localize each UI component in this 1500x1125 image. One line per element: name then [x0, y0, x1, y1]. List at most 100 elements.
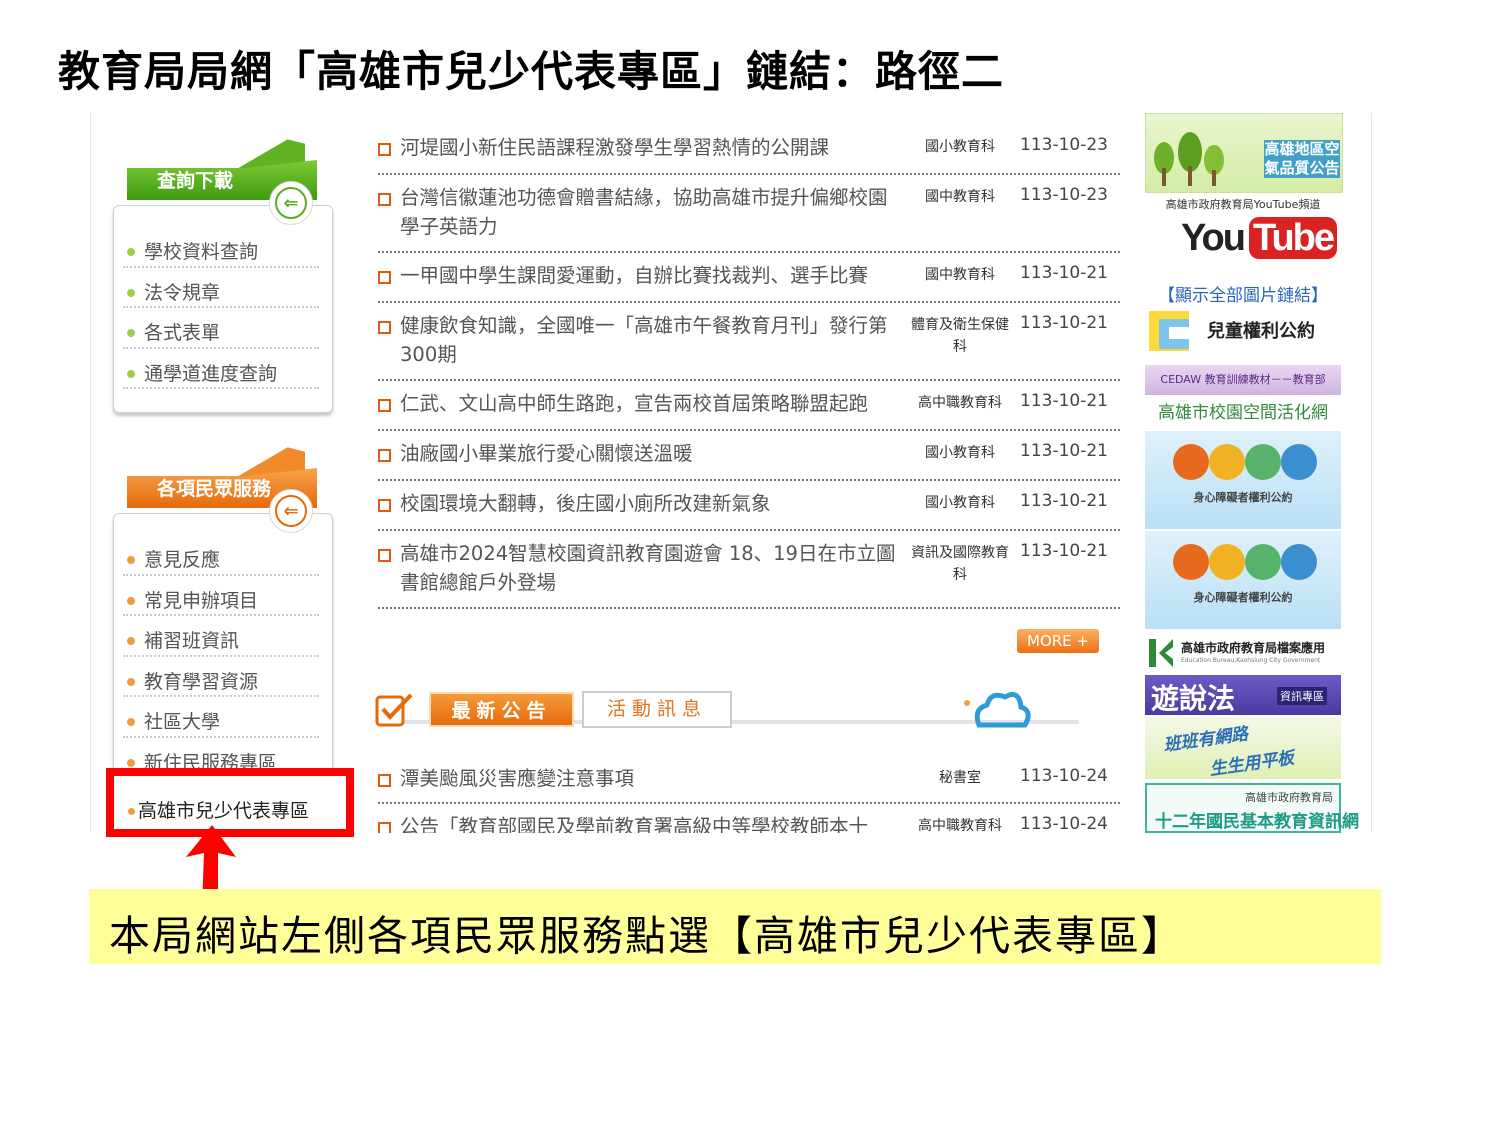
lobbying-act-banner[interactable]: 遊說法 資訊專區	[1145, 675, 1341, 715]
news-row[interactable]: 台灣信徽蓮池功德會贈書結緣，協助高雄市提升偏鄉校園學子英語力 國中教育科 113…	[378, 175, 1120, 253]
query-item[interactable]: 學校資料查詢	[123, 227, 319, 268]
news-bullet-icon	[378, 399, 391, 412]
crpd-banner-2[interactable]: 身心障礙者權利公約	[1145, 531, 1341, 629]
news-row[interactable]: 校園環境大翻轉，後庄國小廁所改建新氣象 國小教育科 113-10-21	[378, 481, 1120, 531]
news-unit: 秘書室	[939, 770, 981, 786]
service-item[interactable]: 補習班資訊	[123, 616, 319, 657]
service-item[interactable]: 常見申辦項目	[123, 576, 319, 616]
trees-icon	[1154, 132, 1224, 186]
news-bullet-icon	[378, 499, 391, 512]
youtube-tube-text: Tube	[1249, 217, 1337, 259]
bullet-icon	[127, 758, 135, 767]
news-unit: 資訊及國際教育科	[911, 545, 1009, 583]
service-item[interactable]: 意見反應	[123, 535, 319, 576]
news-date: 113-10-21	[1020, 491, 1108, 511]
news-unit: 國小教育科	[925, 495, 995, 511]
archives-banner[interactable]: 高雄市政府教育局檔案應用 Education Bureau,Kaohsiung …	[1145, 635, 1341, 671]
bullet-icon	[127, 556, 135, 564]
tablet-banner[interactable]: 班班有網路 生生用平板	[1145, 717, 1341, 780]
youtube-you-text: You	[1181, 217, 1246, 259]
back-circle[interactable]: ⇐	[269, 489, 313, 533]
news-date: 113-10-21	[1020, 441, 1108, 461]
news-title[interactable]: 公告「教育部國民及學前教育署高級中等學校教師本十	[400, 812, 905, 833]
back-arrow-icon: ⇐	[275, 495, 307, 527]
news-bullet-icon	[378, 449, 391, 462]
youtube-logo[interactable]: You Tube	[1181, 217, 1337, 267]
bullet-icon	[127, 677, 135, 686]
news-row[interactable]: 潭美颱風災害應變注意事項 秘書室 113-10-24	[378, 756, 1120, 804]
query-item-label: 通學道進度查詢	[144, 362, 278, 385]
child-rights-text: 兒童權利公約	[1207, 321, 1315, 342]
announcement-tabs: 最新公告 活動訊息	[359, 683, 1079, 743]
crpd-title: 身心障礙者權利公約	[1193, 491, 1293, 504]
news-title[interactable]: 河堤國小新住民語課程激發學生學習熱情的公開課	[400, 133, 905, 162]
show-all-image-links[interactable]: 【顯示全部圖片鏈結】	[1145, 281, 1341, 306]
kaohsiung-youth-rep-link[interactable]: 高雄市兒少代表專區	[128, 796, 309, 823]
news-row[interactable]: 公告「教育部國民及學前教育署高級中等學校教師本十 高中職教育科 113-10-2…	[378, 804, 1120, 833]
news-list: 河堤國小新住民語課程激發學生學習熱情的公開課 國小教育科 113-10-23 台…	[378, 125, 1120, 609]
query-item[interactable]: 通學道進度查詢	[123, 349, 319, 389]
news-unit: 國中教育科	[925, 189, 995, 205]
service-item-label: 社區大學	[144, 711, 221, 733]
crpd-banner[interactable]: 身心障礙者權利公約	[1145, 431, 1341, 529]
news-bullet-icon	[378, 143, 391, 156]
more-button[interactable]: MORE +	[1017, 629, 1099, 653]
air-quality-banner[interactable]: 高雄地區空氣品質公告	[1145, 113, 1343, 193]
news-title[interactable]: 校園環境大翻轉，後庄國小廁所改建新氣象	[400, 489, 905, 518]
news-row[interactable]: 河堤國小新住民語課程激發學生學習熱情的公開課 國小教育科 113-10-23	[378, 125, 1120, 175]
news-title[interactable]: 油廠國小畢業旅行愛心關懷送溫暖	[400, 439, 905, 468]
tab-latest-announcements[interactable]: 最新公告	[429, 692, 574, 727]
news-unit: 國小教育科	[925, 139, 995, 155]
news-title[interactable]: 健康飲食知識，全國唯一「高雄市午餐教育月刊」發行第300期	[400, 311, 905, 369]
news-title[interactable]: 一甲國中學生課間愛運動，自辦比賽找裁判、選手比賽	[400, 261, 905, 290]
bullet-icon	[128, 808, 135, 815]
twelve-year-top: 高雄市政府教育局	[1245, 791, 1333, 804]
news-unit: 高中職教育科	[918, 818, 1002, 833]
back-circle[interactable]: ⇐	[269, 181, 313, 225]
bullet-icon	[127, 596, 135, 605]
news-bullet-icon	[378, 271, 391, 284]
youtube-channel-label[interactable]: 高雄市政府教育局YouTube頻道	[1145, 196, 1341, 212]
news-row[interactable]: 仁武、文山高中師生路跑，宣告兩校首屆策略聯盟起跑 高中職教育科 113-10-2…	[378, 381, 1120, 431]
news-title[interactable]: 台灣信徽蓮池功德會贈書結緣，協助高雄市提升偏鄉校園學子英語力	[400, 183, 905, 241]
news-row[interactable]: 健康飲食知識，全國唯一「高雄市午餐教育月刊」發行第300期 體育及衛生保健科 1…	[378, 303, 1120, 381]
instruction-caption-box: 本局網站左側各項民眾服務點選【高雄市兒少代表專區】	[89, 889, 1381, 964]
news-bullet-icon	[378, 321, 391, 334]
news-row[interactable]: 高雄市2024智慧校園資訊教育園遊會 18、19日在市立圖書館總館戶外登場 資訊…	[378, 531, 1120, 609]
service-item[interactable]: 社區大學	[123, 697, 319, 738]
bullet-icon	[127, 369, 135, 378]
news-row[interactable]: 一甲國中學生課間愛運動，自辦比賽找裁判、選手比賽 國中教育科 113-10-21	[378, 253, 1120, 303]
news-date: 113-10-21	[1020, 391, 1108, 411]
service-item-label: 意見反應	[144, 549, 221, 571]
query-item[interactable]: 法令規章	[123, 268, 319, 308]
child-rights-banner[interactable]: 兒童權利公約	[1145, 307, 1341, 363]
query-list: 學校資料查詢 法令規章 各式表單 通學道進度查詢	[123, 227, 319, 389]
tab-events[interactable]: 活動訊息	[582, 691, 732, 728]
news-bullet-icon	[378, 549, 391, 562]
services-list: 意見反應 常見申辦項目 補習班資訊 教育學習資源 社區大學 新住民服務專區	[123, 535, 319, 778]
news-title[interactable]: 仁武、文山高中師生路跑，宣告兩校首屆策略聯盟起跑	[400, 389, 905, 418]
lobbying-act-text: 遊說法	[1151, 682, 1236, 715]
news-bullet-icon	[378, 193, 391, 206]
cedaw-banner[interactable]: CEDAW 教育訓練教材－－教育部	[1145, 365, 1341, 395]
news-title[interactable]: 高雄市2024智慧校園資訊教育園遊會 18、19日在市立圖書館總館戶外登場	[400, 539, 905, 597]
instruction-caption: 本局網站左側各項民眾服務點選【高雄市兒少代表專區】	[109, 912, 1184, 960]
news-date: 113-10-21	[1020, 541, 1108, 561]
news-date: 113-10-21	[1020, 263, 1108, 283]
twelve-year-banner[interactable]: 高雄市政府教育局 十二年國民基本教育資訊網	[1145, 783, 1359, 833]
news-row[interactable]: 油廠國小畢業旅行愛心關懷送溫暖 國小教育科 113-10-21	[378, 431, 1120, 481]
service-item[interactable]: 教育學習資源	[123, 657, 319, 697]
query-item[interactable]: 各式表單	[123, 308, 319, 349]
news-date: 113-10-23	[1020, 185, 1108, 205]
website-screenshot: 查詢下載 ⇐ 學校資料查詢 法令規章 各式表單 通學道進度查詢 各項民眾服務 ⇐…	[90, 113, 1372, 833]
news-bullet-icon	[378, 822, 391, 833]
bullet-icon	[127, 288, 135, 297]
news-title[interactable]: 潭美颱風災害應變注意事項	[400, 764, 905, 793]
news-bullet-icon	[378, 774, 391, 787]
news-unit: 體育及衛生保健科	[911, 317, 1009, 355]
crpd-title: 身心障礙者權利公約	[1193, 591, 1293, 604]
campus-space-link[interactable]: 高雄市校園空間活化網	[1145, 398, 1341, 423]
bullet-icon	[127, 248, 135, 256]
twelve-year-text: 十二年國民基本教育資訊網	[1155, 812, 1359, 832]
announcement-list: 潭美颱風災害應變注意事項 秘書室 113-10-24 公告「教育部國民及學前教育…	[378, 756, 1120, 833]
